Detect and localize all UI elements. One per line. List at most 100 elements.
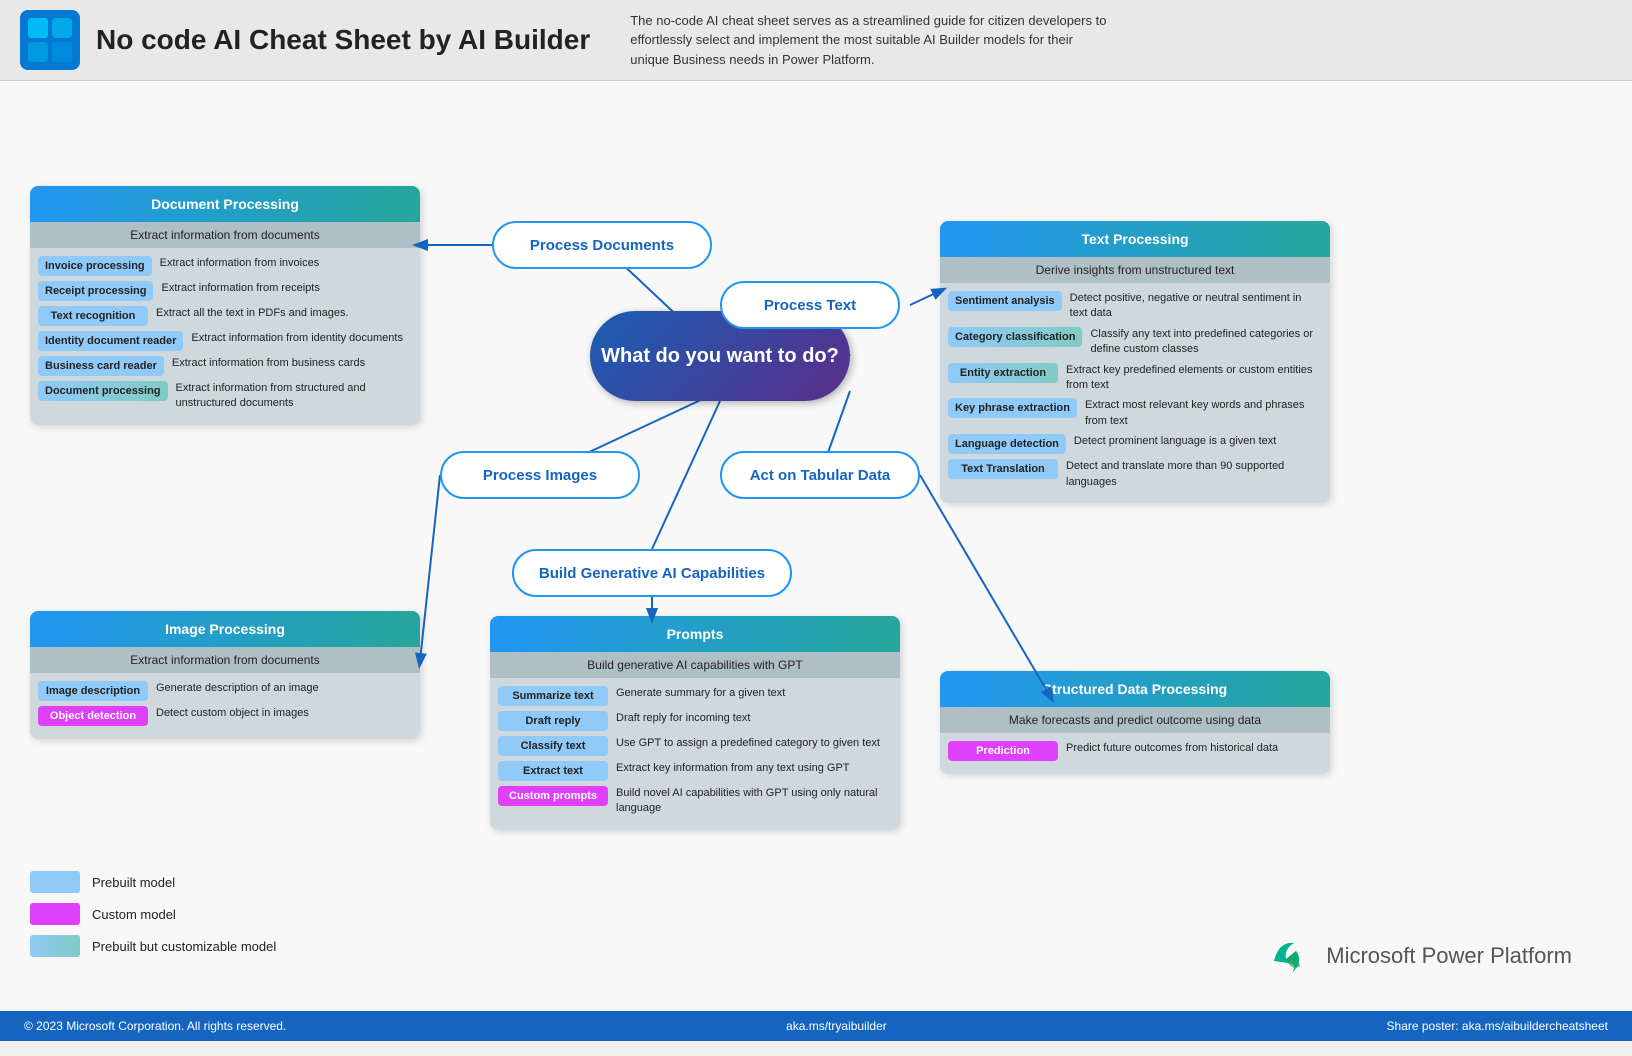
- list-item: Entity extraction Extract key predefined…: [948, 363, 1322, 394]
- doc-processing-subheader: Extract information from documents: [30, 222, 420, 248]
- list-item: Draft reply Draft reply for incoming tex…: [498, 711, 892, 731]
- prebuilt-swatch: [30, 871, 80, 893]
- object-detection-badge: Object detection: [38, 706, 148, 726]
- gen-ai-label: Build Generative AI Capabilities: [539, 565, 765, 582]
- prompts-body: Summarize text Generate summary for a gi…: [490, 678, 900, 830]
- prebuilt-label: Prebuilt model: [92, 875, 175, 890]
- custom-swatch: [30, 903, 80, 925]
- entity-extraction-desc: Extract key predefined elements or custo…: [1066, 363, 1322, 394]
- list-item: Extract text Extract key information fro…: [498, 761, 892, 781]
- image-processing-body: Image description Generate description o…: [30, 673, 420, 739]
- category-classification-desc: Classify any text into predefined catego…: [1090, 327, 1322, 358]
- list-item: Classify text Use GPT to assign a predef…: [498, 736, 892, 756]
- structured-data-subheader: Make forecasts and predict outcome using…: [940, 707, 1330, 733]
- prompts-subheader: Build generative AI capabilities with GP…: [490, 652, 900, 678]
- document-processing-badge: Document processing: [38, 381, 168, 401]
- process-docs-button[interactable]: Process Documents: [492, 221, 712, 269]
- receipt-processing-desc: Extract information from receipts: [161, 281, 319, 296]
- key-phrase-desc: Extract most relevant key words and phra…: [1085, 398, 1322, 429]
- copyright-text: © 2023 Microsoft Corporation. All rights…: [24, 1019, 286, 1033]
- identity-doc-badge: Identity document reader: [38, 331, 183, 351]
- text-processing-subheader: Derive insights from unstructured text: [940, 257, 1330, 283]
- list-item: Invoice processing Extract information f…: [38, 256, 412, 276]
- custom-prompts-desc: Build novel AI capabilities with GPT usi…: [616, 786, 892, 817]
- category-classification-badge: Category classification: [948, 327, 1082, 347]
- tabular-data-button[interactable]: Act on Tabular Data: [720, 451, 920, 499]
- process-docs-label: Process Documents: [530, 237, 674, 254]
- text-recognition-desc: Extract all the text in PDFs and images.: [156, 306, 349, 321]
- process-text-button[interactable]: Process Text: [720, 281, 900, 329]
- custom-prompts-badge: Custom prompts: [498, 786, 608, 806]
- identity-doc-desc: Extract information from identity docume…: [191, 331, 403, 346]
- footer-link1[interactable]: aka.ms/tryaibuilder: [786, 1019, 887, 1033]
- list-item: Receipt processing Extract information f…: [38, 281, 412, 301]
- image-processing-box: Image Processing Extract information fro…: [30, 611, 420, 739]
- list-item: Document processing Extract information …: [38, 381, 412, 412]
- center-bubble-text: What do you want to do?: [601, 345, 839, 368]
- list-item: Summarize text Generate summary for a gi…: [498, 686, 892, 706]
- process-images-label: Process Images: [483, 467, 597, 484]
- text-translation-desc: Detect and translate more than 90 suppor…: [1066, 459, 1322, 490]
- structured-data-box: Structured Data Processing Make forecast…: [940, 671, 1330, 774]
- extract-text-desc: Extract key information from any text us…: [616, 761, 850, 776]
- page-footer: © 2023 Microsoft Corporation. All rights…: [0, 1011, 1632, 1041]
- doc-processing-body: Invoice processing Extract information f…: [30, 248, 420, 425]
- invoice-processing-desc: Extract information from invoices: [160, 256, 320, 271]
- prebuilt-custom-swatch: [30, 935, 80, 957]
- list-item: Image description Generate description o…: [38, 681, 412, 701]
- prompts-header: Prompts: [490, 616, 900, 652]
- list-item: Sentiment analysis Detect positive, nega…: [948, 291, 1322, 322]
- power-platform-logo: [1264, 931, 1314, 981]
- footer-link2: Share poster: aka.ms/aibuildercheatsheet: [1387, 1019, 1608, 1033]
- power-platform-section: Microsoft Power Platform: [1264, 931, 1572, 981]
- text-processing-box: Text Processing Derive insights from uns…: [940, 221, 1330, 503]
- document-processing-desc: Extract information from structured and …: [176, 381, 412, 412]
- receipt-processing-badge: Receipt processing: [38, 281, 153, 301]
- sentiment-desc: Detect positive, negative or neutral sen…: [1070, 291, 1322, 322]
- legend-item-custom: Custom model: [30, 903, 276, 925]
- tabular-data-label: Act on Tabular Data: [750, 467, 891, 484]
- list-item: Text Translation Detect and translate mo…: [948, 459, 1322, 490]
- document-processing-box: Document Processing Extract information …: [30, 186, 420, 425]
- legend: Prebuilt model Custom model Prebuilt but…: [30, 871, 276, 967]
- gen-ai-button[interactable]: Build Generative AI Capabilities: [512, 549, 792, 597]
- image-desc-text: Generate description of an image: [156, 681, 319, 696]
- prebuilt-custom-label: Prebuilt but customizable model: [92, 939, 276, 954]
- doc-processing-header: Document Processing: [30, 186, 420, 222]
- list-item: Object detection Detect custom object in…: [38, 706, 412, 726]
- language-detection-badge: Language detection: [948, 434, 1066, 454]
- structured-data-header: Structured Data Processing: [940, 671, 1330, 707]
- language-detection-desc: Detect prominent language is a given tex…: [1074, 434, 1276, 449]
- custom-label: Custom model: [92, 907, 176, 922]
- page-title: No code AI Cheat Sheet by AI Builder: [96, 24, 590, 56]
- legend-item-prebuilt-custom: Prebuilt but customizable model: [30, 935, 276, 957]
- main-canvas: What do you want to do? Process Document…: [0, 81, 1632, 1041]
- list-item: Business card reader Extract information…: [38, 356, 412, 376]
- object-detection-desc: Detect custom object in images: [156, 706, 309, 721]
- page-header: No code AI Cheat Sheet by AI Builder The…: [0, 0, 1632, 81]
- list-item: Text recognition Extract all the text in…: [38, 306, 412, 326]
- business-card-badge: Business card reader: [38, 356, 164, 376]
- extract-text-badge: Extract text: [498, 761, 608, 781]
- classify-text-desc: Use GPT to assign a predefined category …: [616, 736, 880, 751]
- image-processing-header: Image Processing: [30, 611, 420, 647]
- classify-text-badge: Classify text: [498, 736, 608, 756]
- process-images-button[interactable]: Process Images: [440, 451, 640, 499]
- process-text-label: Process Text: [764, 297, 856, 314]
- legend-item-prebuilt: Prebuilt model: [30, 871, 276, 893]
- sentiment-badge: Sentiment analysis: [948, 291, 1062, 311]
- list-item: Language detection Detect prominent lang…: [948, 434, 1322, 454]
- summarize-badge: Summarize text: [498, 686, 608, 706]
- list-item: Category classification Classify any tex…: [948, 327, 1322, 358]
- header-description: The no-code AI cheat sheet serves as a s…: [630, 11, 1110, 70]
- list-item: Prediction Predict future outcomes from …: [948, 741, 1322, 761]
- draft-reply-desc: Draft reply for incoming text: [616, 711, 751, 726]
- image-desc-badge: Image description: [38, 681, 148, 701]
- ai-builder-logo: [20, 10, 80, 70]
- prediction-badge: Prediction: [948, 741, 1058, 761]
- business-card-desc: Extract information from business cards: [172, 356, 365, 371]
- prediction-desc: Predict future outcomes from historical …: [1066, 741, 1278, 756]
- text-recognition-badge: Text recognition: [38, 306, 148, 326]
- text-translation-badge: Text Translation: [948, 459, 1058, 479]
- structured-data-body: Prediction Predict future outcomes from …: [940, 733, 1330, 774]
